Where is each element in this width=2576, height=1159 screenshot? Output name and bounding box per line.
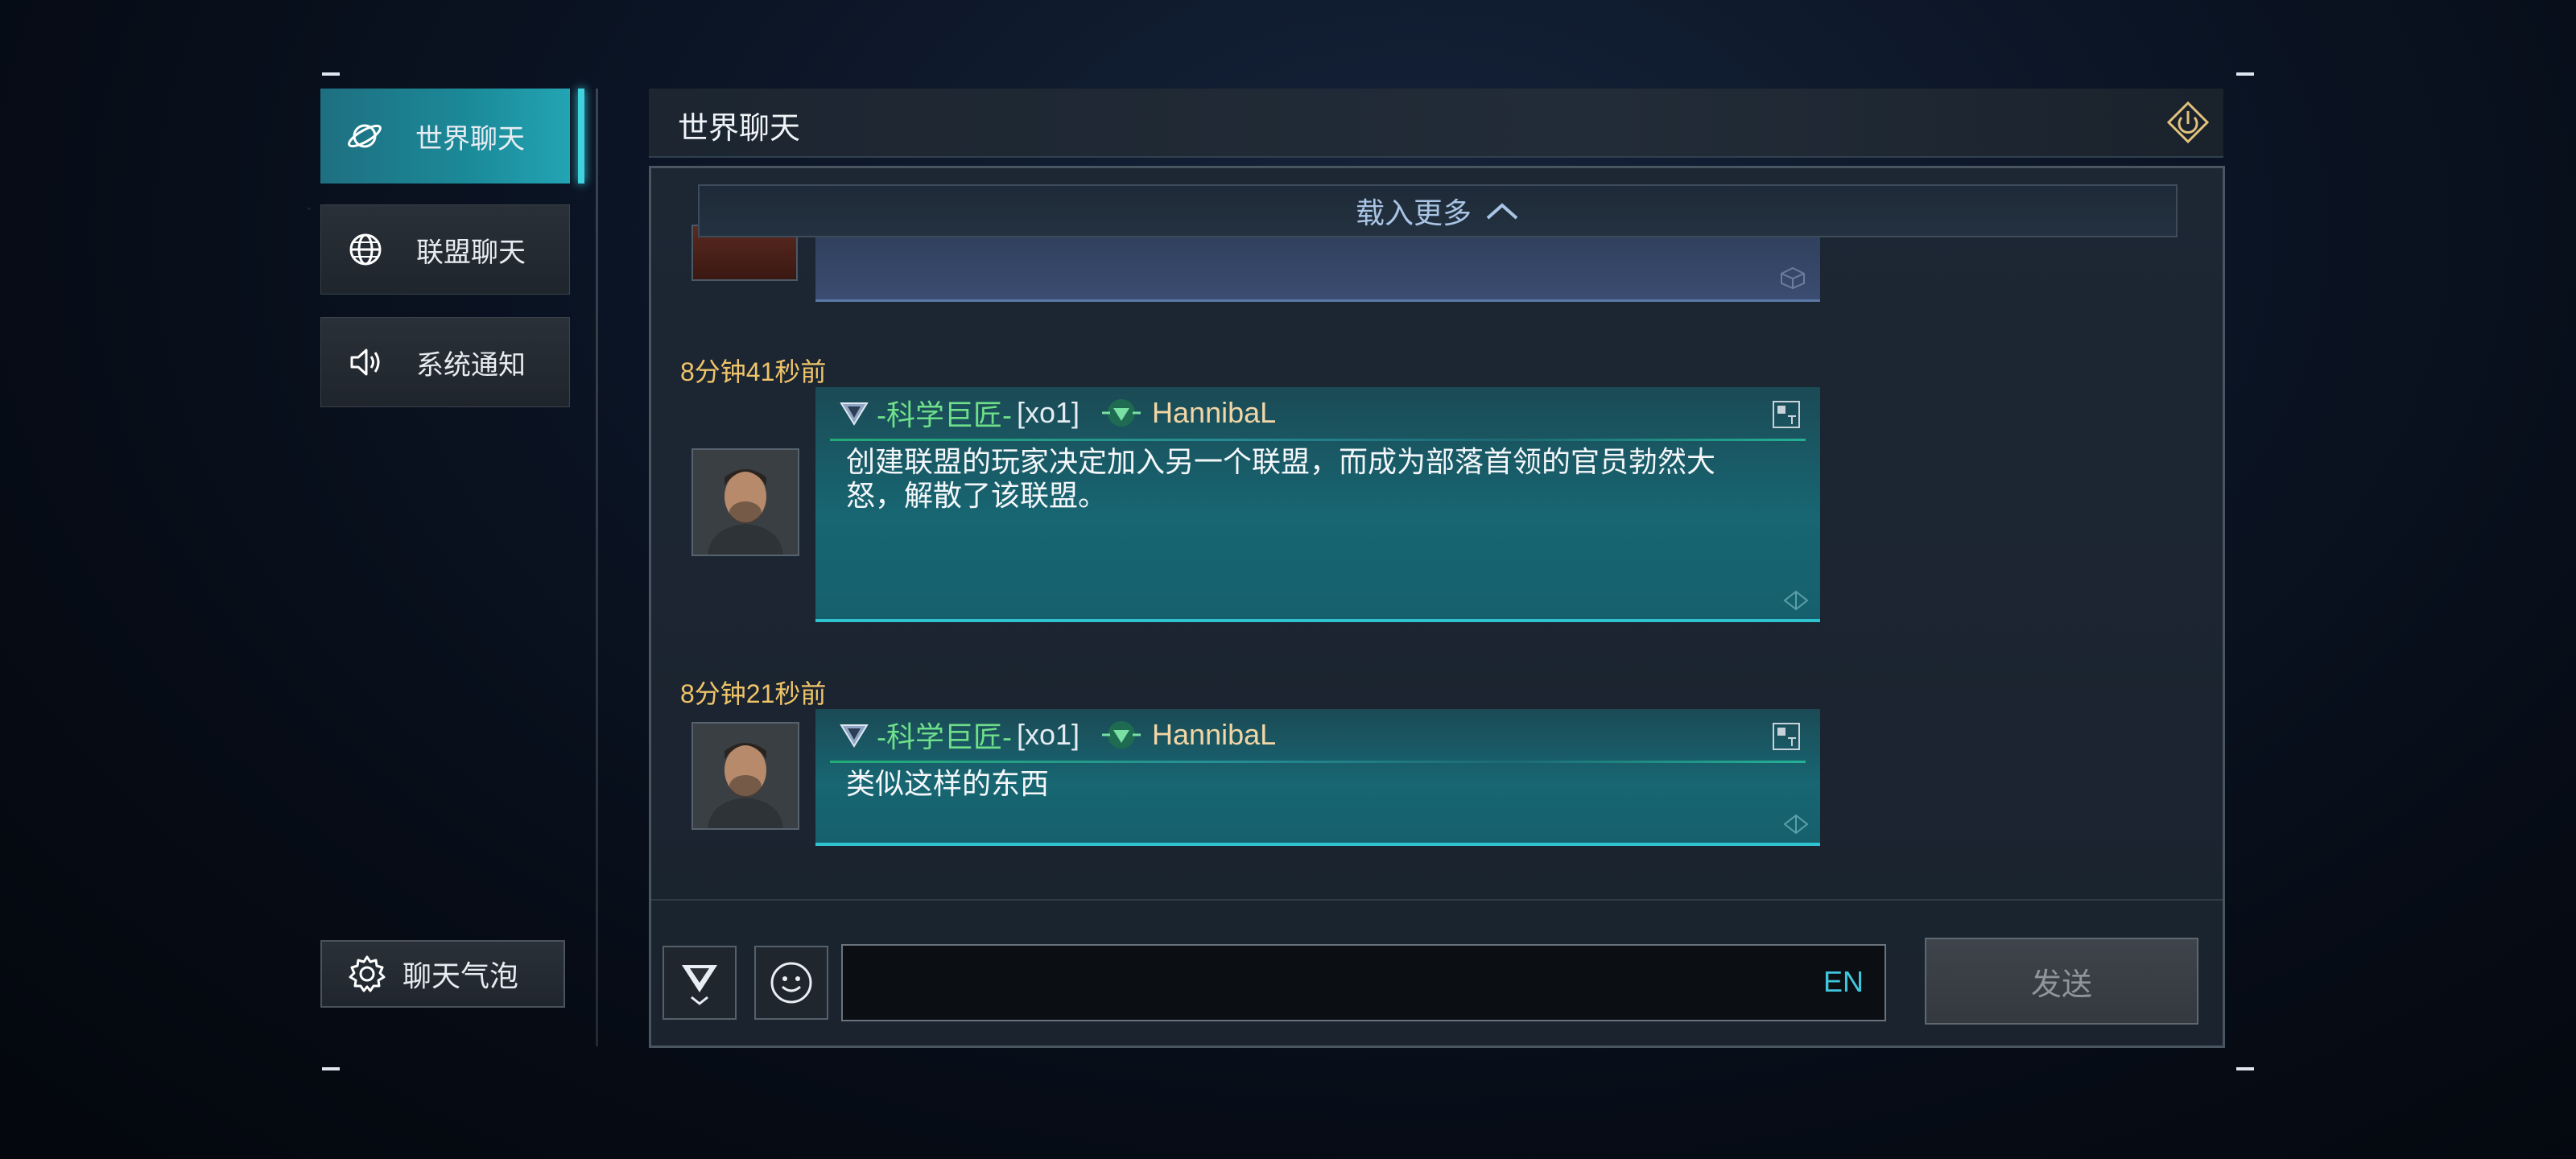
message-header: -科学巨匠- [xo1] HannibaL [838,717,1276,753]
sidebar-divider [596,89,598,1046]
chat-input-field[interactable]: EN [841,944,1886,1021]
message-divider [830,761,1806,763]
gear-icon [346,953,388,995]
message-divider [830,439,1806,441]
sidebar-item-label: 联盟聊天 [416,237,526,268]
message-timestamp: 8分钟41秒前 [680,357,827,386]
player-name[interactable]: HannibaL [1152,396,1276,430]
sidebar-item-world-chat[interactable]: 世界聊天 [320,89,584,184]
planet-icon [345,116,385,156]
emoji-button[interactable] [754,946,828,1020]
avatar[interactable] [691,722,799,830]
emblem-icon [1783,814,1809,835]
globe-icon [345,229,386,270]
faction-icon [1099,397,1144,429]
faction-icon [1099,719,1144,751]
chat-bubble-button[interactable]: 聊天气泡 [320,940,565,1008]
message-input[interactable] [852,951,1790,1017]
sidebar-item-label: 世界聊天 [415,123,525,155]
power-icon[interactable] [2165,100,2211,145]
message-text: 类似这样的东西 [846,767,1050,800]
cube-icon [1777,266,1809,290]
player-name[interactable]: HannibaL [1152,718,1276,752]
rank-icon [838,397,870,429]
frame-corner [2236,72,2254,76]
speaker-icon [345,342,386,382]
chat-panel: 载入更多 8分钟41秒前 -科学巨匠- [xo1] HannibaL 创建联盟的… [649,166,2225,1048]
chevron-up-icon [1484,199,1520,223]
page-title: 世界聊天 [678,112,801,146]
load-more-button[interactable]: 载入更多 [698,184,2178,237]
alliance-tag: [xo1] [1016,718,1080,751]
chat-bubble-label: 聊天气泡 [402,959,519,992]
emblem-icon [1783,590,1809,611]
load-more-label: 载入更多 [1355,196,1472,229]
sidebar-item-system-notice[interactable]: 系统通知 [320,317,570,407]
guild-name[interactable]: -科学巨匠- [877,714,1012,756]
translate-icon[interactable] [1772,400,1801,429]
avatar[interactable] [691,448,799,556]
send-button[interactable]: 发送 [1925,938,2198,1025]
rank-badge-button[interactable] [663,946,737,1020]
message-text: 创建联盟的玩家决定加入另一个联盟，而成为部落首领的官员勃然大怒，解散了该联盟。 [846,445,1716,512]
message-bubble: -科学巨匠- [xo1] HannibaL 类似这样的东西 [815,709,1820,846]
chat-input-bar: EN 发送 [651,899,2223,1046]
sidebar-item-alliance-chat[interactable]: 联盟聊天 [320,204,570,295]
frame-corner [322,1067,340,1070]
message-header: -科学巨匠- [xo1] HannibaL [838,395,1276,431]
message-bubble: -科学巨匠- [xo1] HannibaL 创建联盟的玩家决定加入另一个联盟，而… [815,387,1820,622]
chat-header: 世界聊天 [649,89,2223,158]
frame-corner [322,72,340,76]
alliance-tag: [xo1] [1016,396,1080,429]
sidebar-item-label: 系统通知 [416,349,526,381]
message-timestamp: 8分钟21秒前 [680,679,827,708]
rank-icon [838,719,870,751]
frame-corner [2236,1067,2254,1070]
guild-name[interactable]: -科学巨匠- [877,392,1012,434]
translate-icon[interactable] [1772,722,1801,751]
input-language-toggle[interactable]: EN [1823,965,1864,999]
